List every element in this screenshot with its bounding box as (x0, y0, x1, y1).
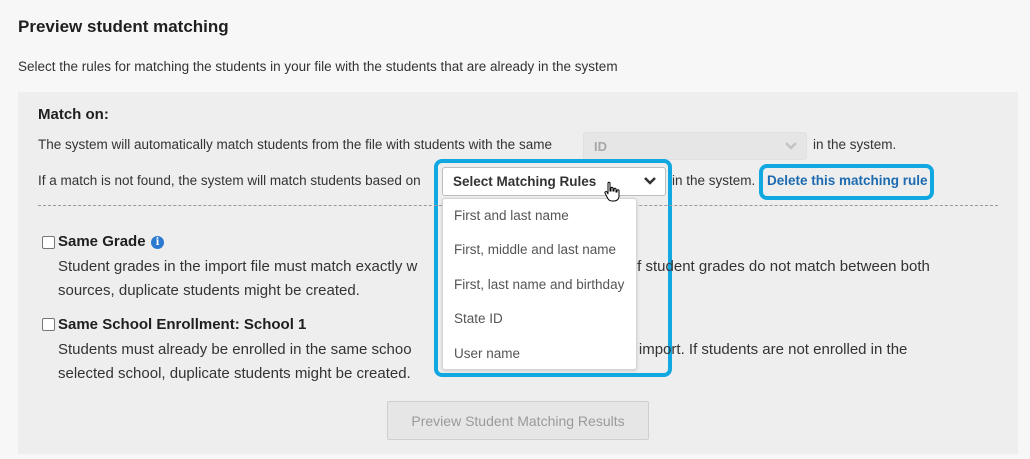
page-subtitle: Select the rules for matching the studen… (18, 59, 618, 74)
id-select: ID (583, 132, 807, 160)
match-line-2-suffix: in the system. (672, 173, 756, 188)
delete-matching-rule-link[interactable]: Delete this matching rule (767, 173, 928, 188)
same-grade-title: Same Grade (58, 233, 146, 250)
id-select-value: ID (594, 139, 607, 154)
dropdown-option[interactable]: User name (454, 346, 520, 361)
match-line-1: The system will automatically match stud… (38, 137, 552, 152)
dropdown-option[interactable]: State ID (454, 311, 503, 326)
hand-cursor-icon (604, 181, 620, 203)
dropdown-option[interactable]: First and last name (454, 208, 569, 223)
same-school-title: Same School Enrollment: School 1 (58, 316, 307, 333)
info-icon[interactable]: i (151, 236, 164, 249)
dropdown-option[interactable]: First, last name and birthday (454, 277, 624, 292)
page-title: Preview student matching (18, 17, 229, 36)
dropdown-option[interactable]: First, middle and last name (454, 242, 616, 257)
match-line-2: If a match is not found, the system will… (38, 173, 421, 188)
preview-matching-results-button[interactable]: Preview Student Matching Results (387, 401, 649, 440)
same-school-checkbox[interactable] (42, 318, 55, 331)
chevron-down-icon (784, 138, 798, 155)
match-line-1-suffix: in the system. (813, 137, 897, 152)
same-grade-checkbox[interactable] (42, 236, 55, 249)
match-on-heading: Match on: (38, 106, 109, 123)
matching-rules-dropdown: First and last name First, middle and la… (442, 198, 637, 370)
